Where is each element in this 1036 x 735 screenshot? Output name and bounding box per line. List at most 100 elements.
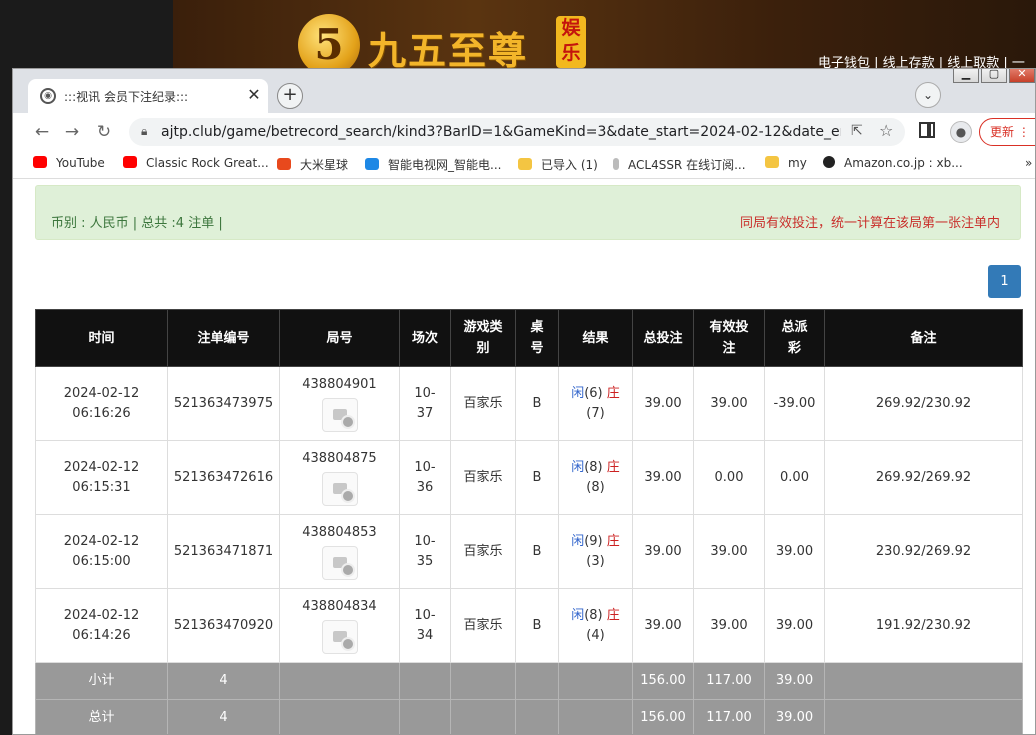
round-number: 438804901 [302,377,377,392]
pagination-page-1[interactable]: 1 [988,265,1021,298]
url-text[interactable]: ajtp.club/game/betrecord_search/kind3?Ba… [161,124,841,140]
game-type: 百家乐 [450,514,516,589]
bet-date: 2024-02-12 [63,607,140,623]
bookmark-youtube[interactable]: YouTube [33,156,105,170]
close-tab-icon[interactable]: ✕ [244,85,264,105]
player-label: 闲 [571,385,585,401]
lock-icon[interactable]: 🔒︎ [141,124,147,139]
empty-cell [399,699,451,734]
banker-score: (8) [586,479,605,495]
session-prefix: 10- [414,385,436,401]
page-icon [613,158,619,170]
side-panel-icon[interactable] [919,122,935,138]
session-prefix: 10- [414,533,436,549]
player-label: 闲 [571,459,585,475]
address-bar[interactable]: 🔒︎ ajtp.club/game/betrecord_search/kind3… [129,118,905,146]
bookmark-folder-my[interactable]: my [765,156,807,170]
summary-alert: 币别 : 人民币 | 总共 :4 注单 | 同局有效投注，统一计算在该局第一张注… [35,185,1021,240]
bookmark-folder-imported[interactable]: 已导入 (1) [518,156,598,173]
new-tab-button[interactable]: + [277,83,303,109]
empty-cell [558,662,633,700]
payout: 39.00 [764,588,825,663]
payout: 39.00 [764,514,825,589]
round-number: 438804834 [302,599,377,614]
tab-title: :::视讯 会员下注纪录::: [64,90,189,104]
banker-label: 庄 [606,607,620,623]
total-bet: 39.00 [632,440,694,515]
tab-search-button[interactable]: ⌄ [915,82,941,108]
bookmark-dami[interactable]: 大米星球 [277,156,348,173]
empty-cell [515,662,559,700]
minimize-button[interactable]: ▁ [953,69,979,83]
reload-icon[interactable]: ↻ [93,121,115,143]
table-number: B [515,588,559,663]
grand-total-label: 总计 [35,699,168,734]
bookmark-label: Classic Rock Great... [146,156,269,170]
grand-total-total-bet: 156.00 [632,699,694,734]
active-tab[interactable]: ◉ :::视讯 会员下注纪录::: ✕ [28,79,268,113]
more-bookmarks-icon[interactable]: » [1025,156,1032,170]
round-cell: 438804901 [279,366,400,441]
payout: -39.00 [764,366,825,441]
bookmark-label: Amazon.co.jp : xb... [844,156,963,170]
bet-id: 521363470920 [167,588,280,663]
banker-label: 庄 [606,385,620,401]
banker-score: (7) [586,405,605,421]
page-content: 币别 : 人民币 | 总共 :4 注单 | 同局有效投注，统一计算在该局第一张注… [13,179,1035,734]
bet-date: 2024-02-12 [63,385,140,401]
youtube-icon [33,156,47,168]
bookmark-label: YouTube [56,156,105,170]
video-replay-icon[interactable] [321,398,358,432]
column-header: 总派彩 [764,309,825,367]
bet-date: 2024-02-12 [63,533,140,549]
forward-arrow-icon[interactable]: → [61,121,83,143]
banker-label: 庄 [606,459,620,475]
subtotal-count: 4 [167,662,280,700]
close-window-button[interactable]: ✕ [1009,69,1035,83]
tv-site-icon [365,158,379,170]
bookmark-label: 已导入 (1) [541,158,598,172]
empty-cell [279,699,400,734]
video-replay-icon[interactable] [321,620,358,654]
share-icon[interactable]: ⇱ [851,123,863,139]
player-score: (8) [584,459,603,475]
maximize-button[interactable]: ▢ [981,69,1007,83]
session-prefix: 10- [414,459,436,475]
total-bet: 39.00 [632,588,694,663]
video-replay-icon[interactable] [321,546,358,580]
bookmark-smart-tv[interactable]: 智能电视网_智能电... [365,156,501,173]
back-arrow-icon[interactable]: ← [31,121,53,143]
bet-time-cell: 2024-02-12 06:15:00 [35,514,168,589]
grand-total-payout: 39.00 [764,699,825,734]
youtube-icon [123,156,137,168]
valid-bet: 39.00 [693,366,765,441]
video-replay-icon[interactable] [321,472,358,506]
table-number: B [515,366,559,441]
brand-logo-emblem: 5 [298,14,360,76]
total-bet: 39.00 [632,366,694,441]
table-row: 2024-02-12 06:15:00 521363471871 438804853 1… [35,514,1023,589]
valid-bet: 0.00 [693,440,765,515]
column-header: 备注 [824,309,1023,367]
empty-cell [450,699,516,734]
session-prefix: 10- [414,607,436,623]
folder-icon [765,156,779,168]
profile-avatar[interactable]: ● [950,121,972,143]
empty-cell [824,699,1023,734]
column-header: 时间 [35,309,168,367]
bookmark-acl4ssr[interactable]: ACL4SSR 在线订阅... [613,156,746,173]
table-header-row: 时间 注单编号 局号 场次 游戏类别 桌号 结果 总投注 有效投注 总派彩 备注 [35,309,1023,367]
session-cell: 10- 35 [399,514,451,589]
player-label: 闲 [571,607,585,623]
update-menu-label: 更新 [990,125,1015,139]
subtotal-total-bet: 156.00 [632,662,694,700]
banker-label: 庄 [606,533,620,549]
brand-logo-text: 九五至尊 [368,28,529,73]
bookmarks-bar: YouTube Classic Rock Great... 大米星球 智能电视网… [13,151,1035,179]
note-balance: 191.92/230.92 [824,588,1023,663]
update-button[interactable]: 更新 ⋮ [979,118,1035,146]
bookmark-classic-rock[interactable]: Classic Rock Great... [123,156,269,170]
bookmark-amazon[interactable]: Amazon.co.jp : xb... [823,156,963,170]
subtotal-row: 小计 4 156.00 117.00 39.00 [35,662,1023,700]
bookmark-star-icon[interactable]: ☆ [879,121,893,140]
